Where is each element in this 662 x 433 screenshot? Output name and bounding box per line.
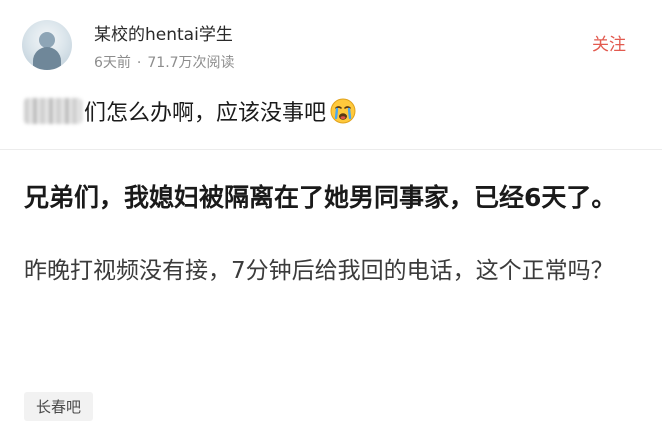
meta-separator: · <box>136 55 142 71</box>
time-ago: 6天前 <box>94 55 131 71</box>
avatar-figure-body <box>33 47 61 70</box>
crying-face-icon <box>330 98 356 124</box>
follow-button[interactable]: 关注 <box>592 30 626 55</box>
post-header: 某校的hentai学生 6天前 · 71.7万次阅读 关注 们怎么办啊，应该没事吧 <box>0 0 662 150</box>
author-name[interactable]: 某校的hentai学生 <box>94 20 233 45</box>
avatar-figure-head <box>39 32 55 48</box>
post-heading: 兄弟们，我媳妇被隔离在了她男同事家，已经6天了。 <box>24 183 617 212</box>
post-body: 昨晚打视频没有接，7分钟后给我回的电话，这个正常吗？ <box>24 258 614 284</box>
post-title-text: 们怎么办啊，应该没事吧 <box>84 101 327 126</box>
post-meta: 6天前 · 71.7万次阅读 <box>94 52 235 72</box>
section-divider <box>0 149 662 150</box>
forum-tag[interactable]: 长春吧 <box>24 392 94 421</box>
view-count: 71.7万次阅读 <box>147 55 235 71</box>
blurred-text-mask <box>24 98 82 124</box>
avatar[interactable] <box>22 20 72 70</box>
post-title: 们怎么办啊，应该没事吧 <box>24 94 356 128</box>
post-content: 兄弟们，我媳妇被隔离在了她男同事家，已经6天了。 昨晚打视频没有接，7分钟后给我… <box>24 178 638 290</box>
